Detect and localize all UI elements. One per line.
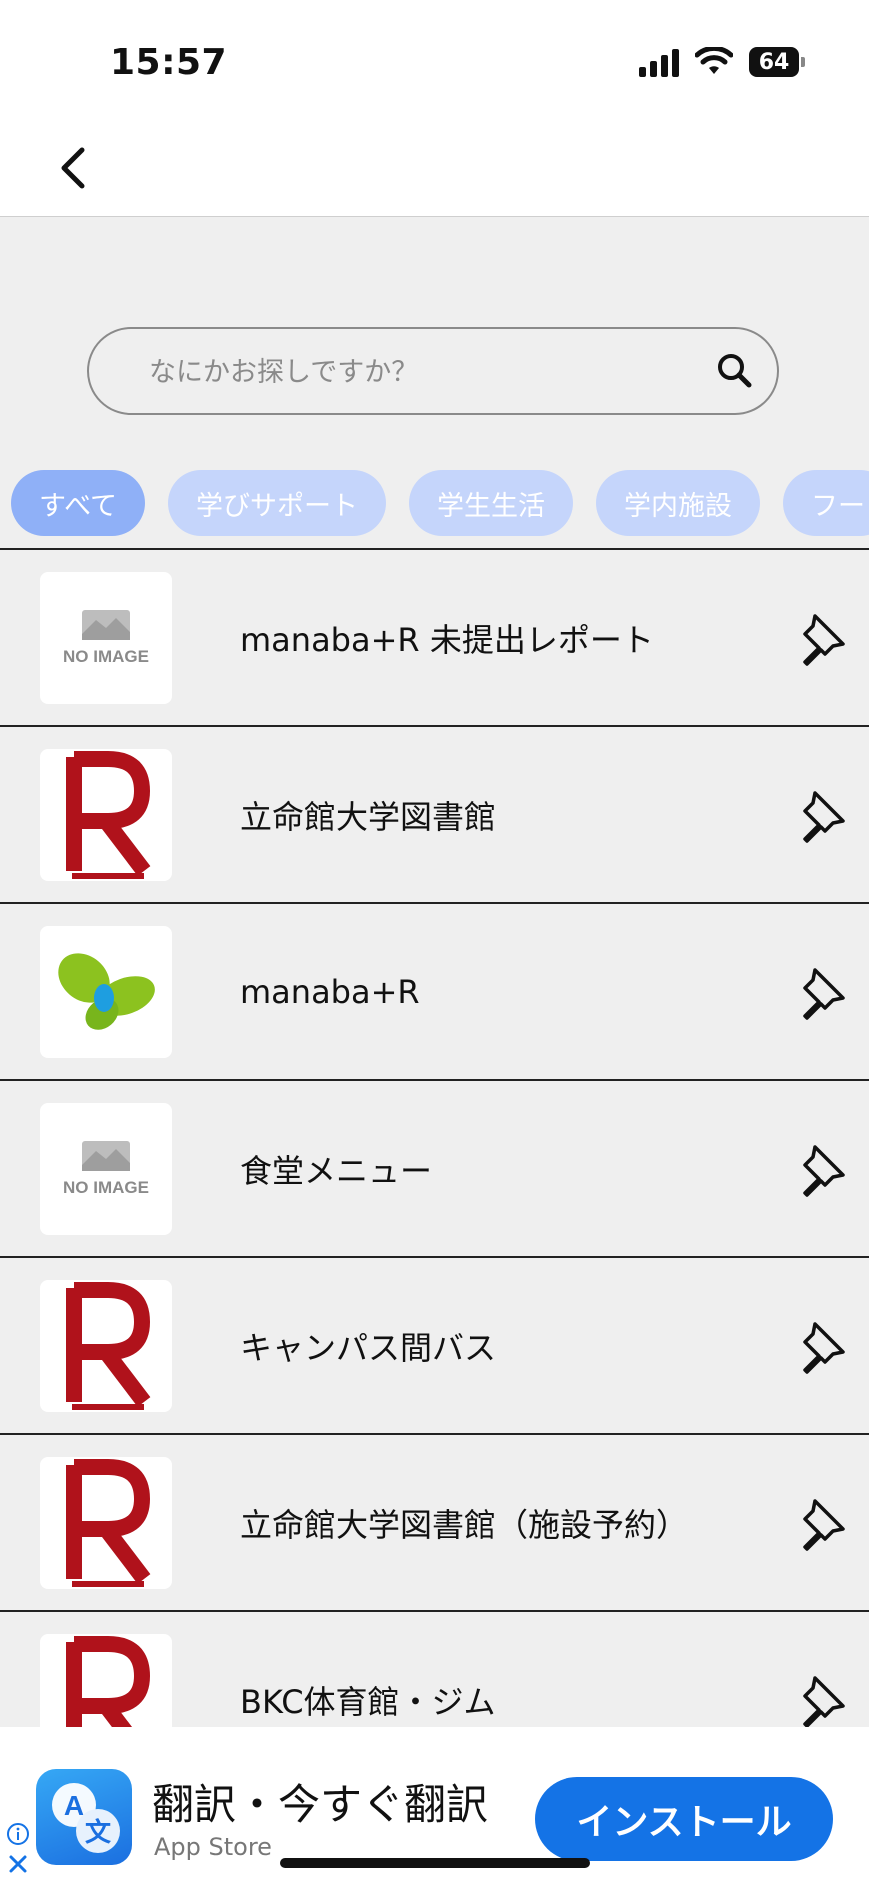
close-icon[interactable] <box>6 1852 30 1876</box>
cellular-signal-icon <box>639 47 679 77</box>
chip-learning-support[interactable]: 学びサポート <box>168 470 387 536</box>
chip-all[interactable]: すべて <box>11 470 146 536</box>
r-logo-thumbnail <box>40 1280 172 1412</box>
pin-icon[interactable] <box>793 1318 849 1374</box>
no-image-text: NO IMAGE <box>63 647 149 666</box>
ad-app-title: 翻訳・今すぐ翻訳 <box>152 1780 489 1829</box>
battery-level: 64 <box>758 49 790 75</box>
list-item-label: manaba+R 未提出レポート <box>240 620 654 659</box>
list-item-label: キャンパス間バス <box>240 1328 497 1367</box>
nav-bar <box>0 120 869 217</box>
search-icon[interactable] <box>715 351 755 391</box>
list-item[interactable]: NO IMAGE 食堂メニュー <box>0 1081 869 1258</box>
svg-text:A: A <box>64 1790 84 1821</box>
r-logo-thumbnail <box>40 749 172 881</box>
battery-icon: 64 <box>749 47 805 77</box>
ad-source: App Store <box>154 1833 272 1861</box>
no-image-thumbnail: NO IMAGE <box>40 1103 172 1235</box>
translate-app-icon[interactable]: A 文 <box>36 1769 132 1865</box>
pin-icon[interactable] <box>793 964 849 1020</box>
svg-text:文: 文 <box>85 1817 112 1848</box>
list-item-label: 立命館大学図書館（施設予約） <box>240 1505 689 1544</box>
list-item[interactable]: 立命館大学図書館 <box>0 727 869 904</box>
category-chips: すべて 学びサポート 学生生活 学内施設 フー <box>11 470 869 536</box>
info-icon[interactable] <box>6 1822 30 1846</box>
manaba-logo-thumbnail <box>40 926 172 1058</box>
search-input[interactable] <box>147 329 691 415</box>
install-button[interactable]: インストール <box>535 1777 833 1861</box>
home-indicator[interactable] <box>280 1858 590 1868</box>
chip-food[interactable]: フー <box>783 470 869 536</box>
list-item-label: manaba+R <box>240 972 420 1011</box>
link-list: NO IMAGE manaba+R 未提出レポート 立命館大学図書館 manab… <box>0 548 869 1789</box>
pin-icon[interactable] <box>793 1495 849 1551</box>
wifi-icon <box>695 47 733 74</box>
list-item[interactable]: NO IMAGE manaba+R 未提出レポート <box>0 550 869 727</box>
search-box <box>87 327 779 415</box>
no-image-text: NO IMAGE <box>63 1178 149 1197</box>
no-image-thumbnail: NO IMAGE <box>40 572 172 704</box>
pin-icon[interactable] <box>793 610 849 666</box>
list-item[interactable]: 立命館大学図書館（施設予約） <box>0 1435 869 1612</box>
list-item[interactable]: manaba+R <box>0 904 869 1081</box>
list-item-label: 立命館大学図書館 <box>240 797 497 836</box>
pin-icon[interactable] <box>793 1141 849 1197</box>
pin-icon[interactable] <box>793 1672 849 1728</box>
status-bar: 15:57 64 <box>0 0 869 120</box>
status-icons: 64 <box>639 44 805 80</box>
status-time: 15:57 <box>110 42 228 83</box>
chip-student-life[interactable]: 学生生活 <box>409 470 574 536</box>
list-item[interactable]: キャンパス間バス <box>0 1258 869 1435</box>
pin-icon[interactable] <box>793 787 849 843</box>
list-item-label: 食堂メニュー <box>240 1151 433 1190</box>
back-button[interactable] <box>48 140 104 196</box>
r-logo-thumbnail <box>40 1457 172 1589</box>
chip-campus-facilities[interactable]: 学内施設 <box>596 470 761 536</box>
